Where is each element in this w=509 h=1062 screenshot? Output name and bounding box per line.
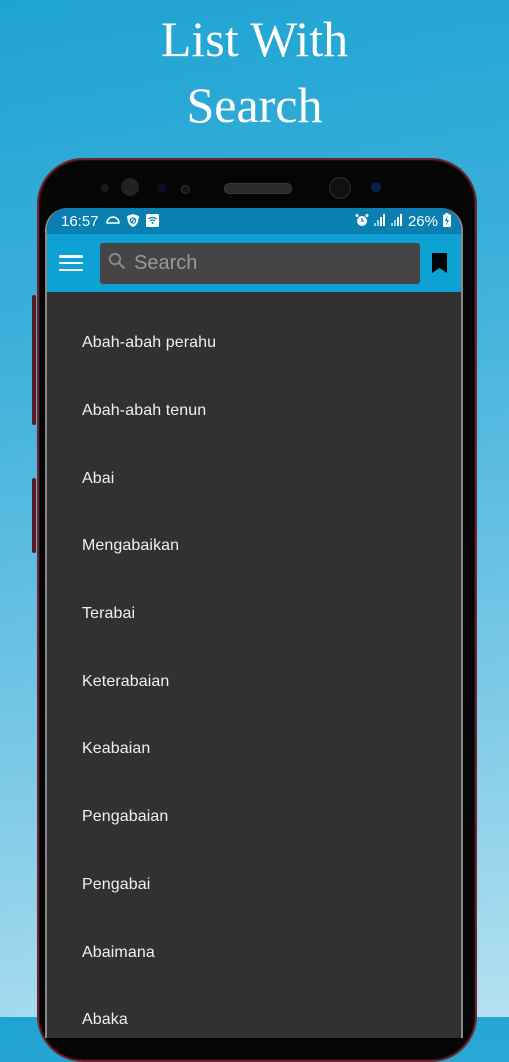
bookmark-icon[interactable] (427, 251, 451, 275)
battery-percent: 26% (407, 212, 438, 230)
list-item[interactable]: Abaka (47, 987, 461, 1038)
list-item[interactable]: Pengabaian (47, 784, 461, 852)
signal-icon (390, 214, 403, 228)
list-item[interactable]: Abaimana (47, 919, 461, 987)
battery-charging-icon (443, 213, 451, 229)
search-input[interactable] (132, 250, 406, 276)
wifi-box-icon (145, 213, 159, 229)
promo-title-line-1: List With (160, 11, 349, 67)
sensor-icon (181, 185, 190, 194)
alarm-icon (355, 213, 369, 229)
app-toolbar (47, 234, 461, 292)
earpiece-speaker (224, 183, 292, 194)
list-item[interactable]: Keterabaian (47, 648, 461, 717)
proximity-sensor-icon (101, 184, 109, 192)
cloud-icon (105, 215, 120, 227)
promo-title-line-2: Search (186, 77, 323, 133)
status-bar: 16:57 26% (47, 208, 461, 234)
iris-led-icon (157, 184, 166, 193)
status-time: 16:57 (61, 212, 99, 230)
list-item[interactable]: Keabaian (47, 716, 461, 784)
search-icon (108, 252, 126, 275)
list-item[interactable]: Abah-abah perahu (47, 310, 461, 378)
list-item[interactable]: Pengabai (47, 852, 461, 920)
word-list: Abah-abah perahu Abah-abah tenun Abai Me… (47, 310, 461, 1038)
list-item[interactable]: Abai (47, 445, 461, 514)
hamburger-menu-icon[interactable] (59, 253, 83, 273)
phone-bixby-button (32, 478, 36, 553)
list-item[interactable]: Mengabaikan (47, 513, 461, 581)
phone-volume-button (32, 295, 36, 425)
list-item[interactable]: Terabai (47, 581, 461, 649)
signal-icon (373, 214, 386, 228)
list-item[interactable]: Abah-abah tenun (47, 378, 461, 446)
front-camera-icon (329, 177, 351, 199)
shield-block-icon (126, 213, 139, 229)
light-sensor-icon (121, 178, 139, 196)
search-field[interactable] (100, 242, 420, 284)
promo-title: List With Search (0, 6, 509, 138)
iris-scanner-icon (371, 182, 381, 192)
app-screen: 16:57 26% Search Abah-abah perahu Abah-a… (45, 208, 463, 1038)
